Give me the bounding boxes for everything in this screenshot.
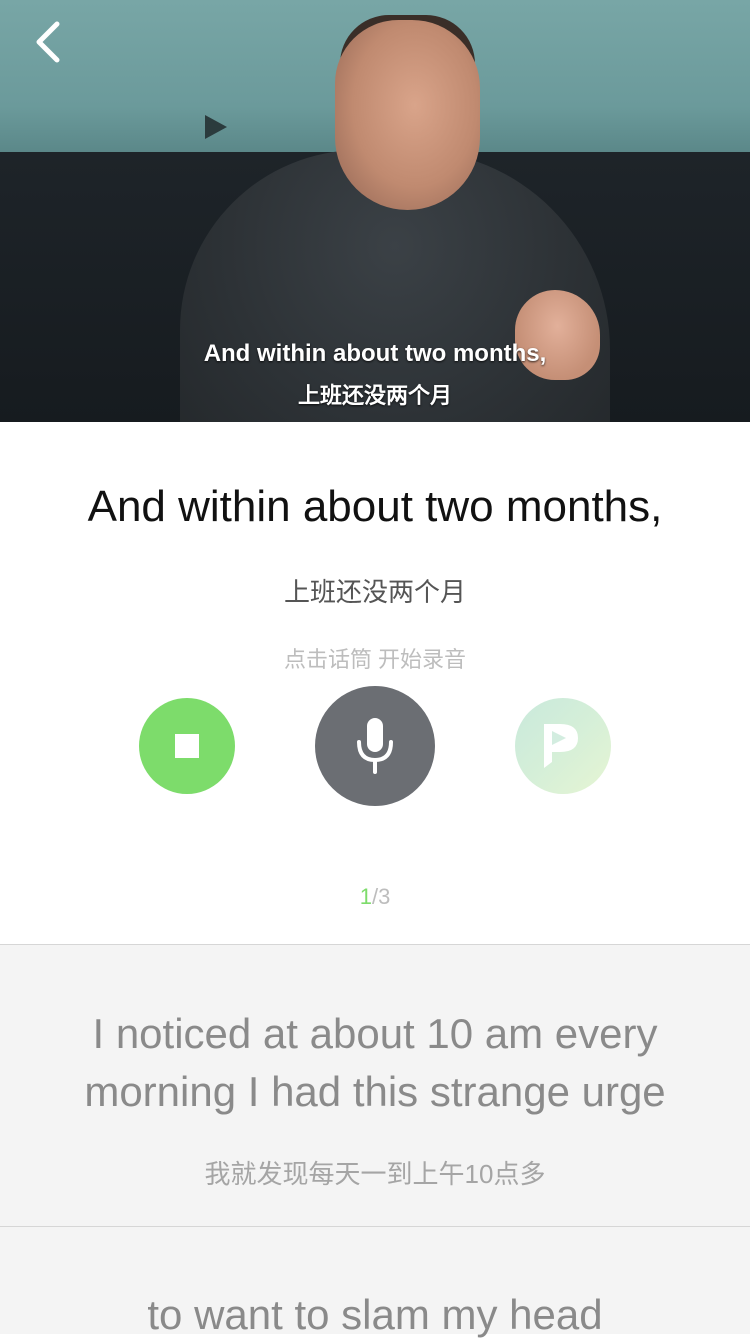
record-hint: 点击话筒 开始录音	[283, 647, 467, 672]
playback-icon	[544, 724, 578, 768]
current-sentence-chinese: 上班还没两个月	[283, 577, 466, 607]
pager-total: 3	[378, 884, 391, 909]
next-sentence-chinese: 我就发现每天一到上午10点多	[204, 1159, 546, 1189]
chevron-left-icon	[36, 21, 60, 63]
current-sentence-english: And within about two months,	[87, 482, 663, 531]
speaker-head	[335, 20, 480, 210]
playback-recording-button[interactable]	[515, 698, 611, 794]
video-subtitle-chinese: 上班还没两个月	[297, 383, 452, 408]
video-player[interactable]: And within about two months, 上班还没两个月	[0, 0, 750, 422]
record-microphone-button[interactable]	[315, 686, 435, 806]
stop-button[interactable]	[139, 698, 235, 794]
next-sentence-english: I noticed at about 10 am every morning I…	[84, 1010, 666, 1115]
microphone-icon	[357, 718, 393, 774]
stop-icon	[175, 734, 199, 758]
following-sentence-english: to want to slam my head	[147, 1291, 603, 1338]
sentence-pager: 1/3	[0, 884, 750, 910]
pager-current: 1	[359, 884, 372, 909]
video-subtitle-english: And within about two months,	[203, 340, 547, 367]
back-button[interactable]	[24, 18, 72, 66]
projector-play-icon	[205, 115, 227, 139]
